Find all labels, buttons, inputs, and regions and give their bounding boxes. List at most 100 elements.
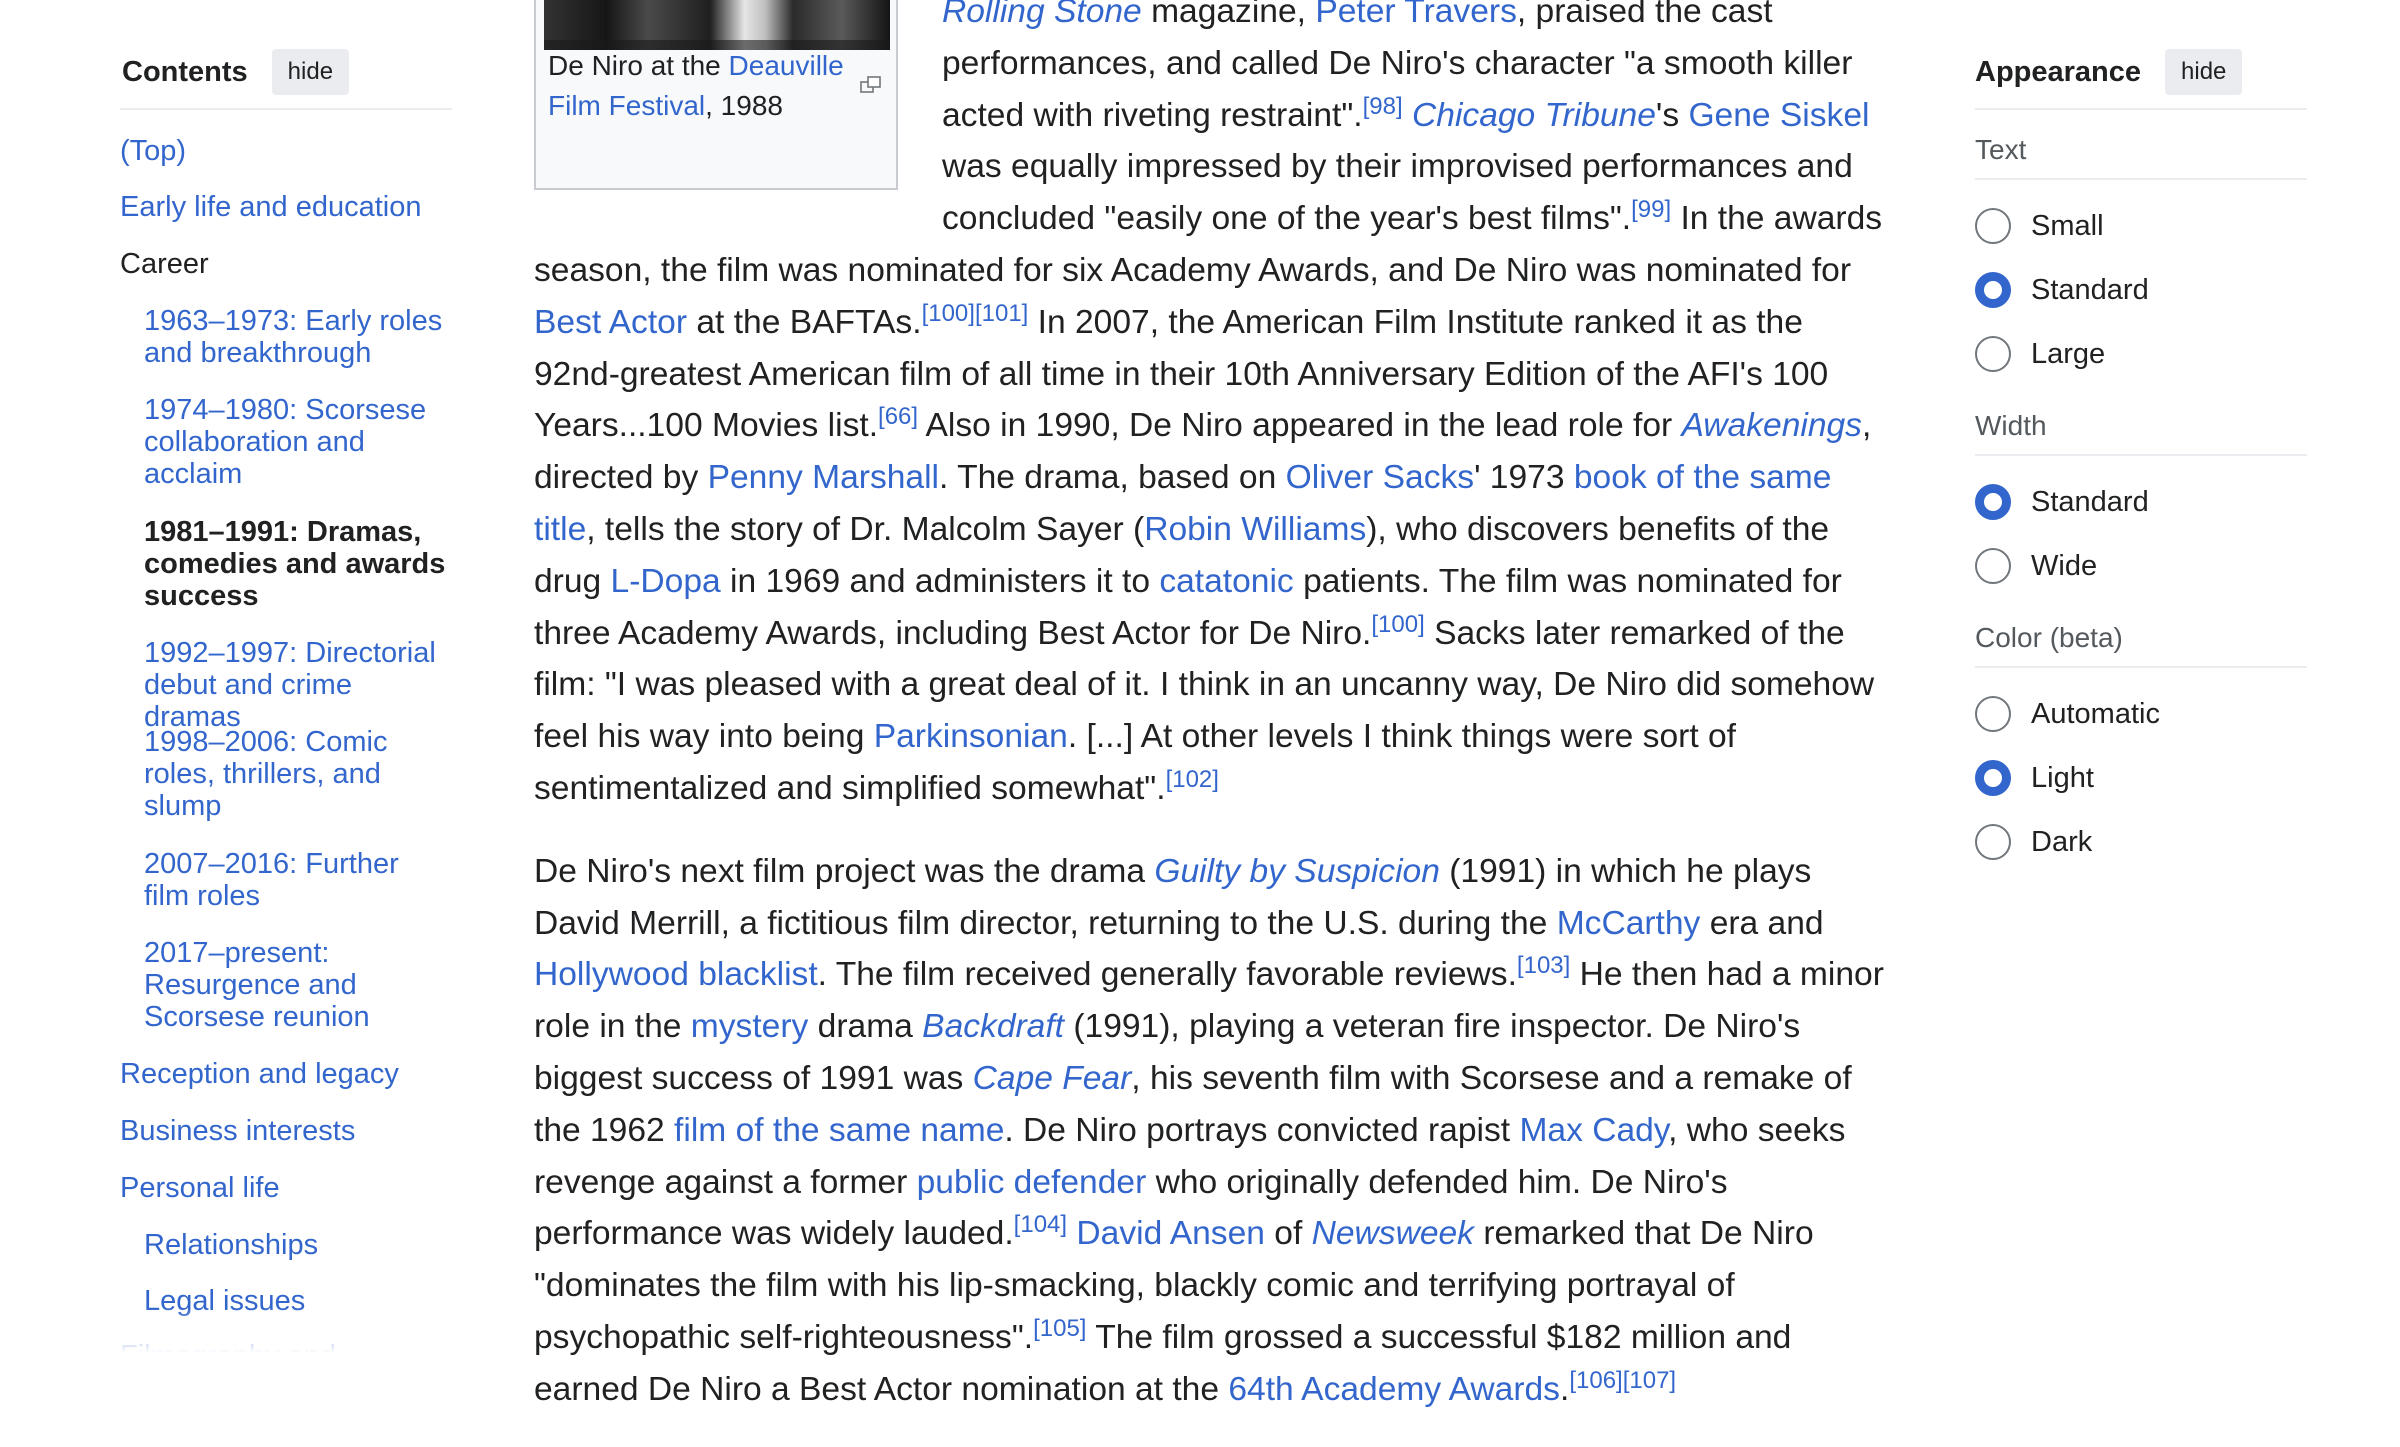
- radio-color-light[interactable]: Light: [1975, 758, 2094, 798]
- citation-ref[interactable]: [103]: [1517, 952, 1570, 979]
- article-link[interactable]: Chicago Tribune: [1412, 97, 1656, 134]
- toc-item-early-life[interactable]: Early life and education: [120, 191, 450, 223]
- radio-circle[interactable]: [1975, 336, 2011, 372]
- radio-circle[interactable]: [1975, 484, 2011, 520]
- toc-item-top[interactable]: (Top): [120, 135, 450, 167]
- article-text: in 1969 and administers it to: [720, 562, 1160, 600]
- toc-item-reception[interactable]: Reception and legacy: [120, 1058, 450, 1090]
- citation-ref[interactable]: [104]: [1014, 1211, 1067, 1238]
- article-link[interactable]: McCarthy: [1557, 905, 1701, 942]
- thumbnail-figure: De Niro at the Deauville Film Festival, …: [534, 0, 898, 190]
- citation-ref[interactable]: [100]: [922, 300, 975, 327]
- article-link[interactable]: Penny Marshall: [708, 459, 939, 496]
- article-link[interactable]: mystery: [691, 1008, 809, 1045]
- appearance-title: Appearance: [1975, 55, 2142, 88]
- radio-label: Dark: [2031, 825, 2093, 858]
- caption-suffix: , 1988: [705, 90, 783, 121]
- toc-item-1963-1973[interactable]: 1963–1973: Early roles and breakthrough: [144, 305, 450, 369]
- article-link[interactable]: L-Dopa: [611, 563, 721, 600]
- article-link[interactable]: Hollywood blacklist: [534, 956, 818, 993]
- article-text: at the BAFTAs.: [687, 303, 922, 341]
- article-text: Also in 1990, De Niro appeared in the le…: [918, 407, 1682, 445]
- citation-ref[interactable]: [107]: [1623, 1367, 1676, 1394]
- citation-ref[interactable]: [98]: [1363, 92, 1403, 119]
- article-text: magazine,: [1141, 0, 1316, 30]
- radio-label: Small: [2031, 209, 2104, 242]
- article-link[interactable]: Newsweek: [1312, 1215, 1474, 1252]
- toc-item-1981-1991-active[interactable]: 1981–1991: Dramas, comedies and awards s…: [144, 516, 450, 612]
- citation-ref[interactable]: [105]: [1033, 1315, 1086, 1342]
- toc-item-filmography[interactable]: Filmography and: [120, 1340, 450, 1358]
- article-link[interactable]: Oliver Sacks: [1286, 459, 1474, 496]
- toc-item-career-label: Career: [120, 248, 209, 280]
- toc-item-personal-life-label[interactable]: Personal life: [120, 1172, 280, 1204]
- radio-text-large[interactable]: Large: [1975, 334, 2105, 374]
- appearance-header: Appearance hide: [1975, 48, 2243, 96]
- color-label: Color (beta): [1975, 622, 2123, 653]
- enlarge-icon[interactable]: [860, 58, 882, 93]
- article-text: of: [1264, 1215, 1312, 1253]
- toc-item-relationships[interactable]: Relationships: [144, 1229, 450, 1261]
- article-link[interactable]: Max Cady: [1519, 1112, 1668, 1149]
- article-link[interactable]: Rolling Stone: [942, 0, 1142, 30]
- article-link[interactable]: Peter Travers: [1315, 0, 1517, 30]
- radio-circle[interactable]: [1975, 548, 2011, 584]
- article-text: [1403, 97, 1412, 134]
- radio-label: Standard: [2031, 273, 2149, 306]
- article-link[interactable]: Best Actor: [534, 304, 687, 341]
- radio-circle[interactable]: [1975, 760, 2011, 796]
- radio-label: Wide: [2031, 549, 2098, 582]
- article-link[interactable]: Parkinsonian: [874, 718, 1068, 755]
- article-text: ' 1973: [1474, 459, 1574, 497]
- caption-text: De Niro at the: [548, 50, 721, 81]
- article-link[interactable]: Backdraft: [922, 1008, 1064, 1045]
- radio-width-standard[interactable]: Standard: [1975, 482, 2149, 522]
- article-text: , tells the story of Dr. Malcolm Sayer (: [586, 510, 1145, 548]
- article-link[interactable]: public defender: [917, 1164, 1147, 1201]
- radio-circle[interactable]: [1975, 272, 2011, 308]
- toc-item-1998-2006[interactable]: 1998–2006: Comic roles, thrillers, and s…: [144, 726, 450, 822]
- toc-item-personal-life[interactable]: Personal life: [120, 1172, 450, 1204]
- radio-color-dark[interactable]: Dark: [1975, 822, 2092, 862]
- toc-divider: [120, 108, 452, 110]
- radio-circle[interactable]: [1975, 208, 2011, 244]
- table-of-contents: Contents hide (Top) Early life and educa…: [120, 0, 452, 1358]
- citation-ref[interactable]: [102]: [1166, 766, 1219, 793]
- article-link[interactable]: film of the same name: [674, 1112, 1004, 1149]
- radio-text-small[interactable]: Small: [1975, 206, 2104, 246]
- thumbnail-caption: De Niro at the Deauville Film Festival, …: [548, 46, 848, 126]
- radio-label: Automatic: [2031, 697, 2160, 730]
- article-link[interactable]: catatonic: [1159, 563, 1293, 600]
- thumbnail-image[interactable]: [544, 0, 890, 50]
- citation-ref[interactable]: [100]: [1371, 610, 1424, 637]
- article-link[interactable]: Cape Fear: [973, 1060, 1132, 1097]
- toc-hide-button[interactable]: hide: [271, 49, 350, 95]
- article-link[interactable]: 64th Academy Awards: [1228, 1371, 1560, 1408]
- toc-item-2007-2016[interactable]: 2007–2016: Further film roles: [144, 848, 450, 912]
- radio-text-standard[interactable]: Standard: [1975, 270, 2149, 310]
- article-link[interactable]: David Ansen: [1076, 1215, 1265, 1252]
- toc-item-1992-1997[interactable]: 1992–1997: Directorial debut and crime d…: [144, 637, 450, 733]
- citation-ref[interactable]: [66]: [878, 403, 918, 430]
- toc-item-legal-issues[interactable]: Legal issues: [144, 1285, 450, 1317]
- citation-ref[interactable]: [101]: [975, 300, 1028, 327]
- article-text: [1067, 1215, 1076, 1252]
- radio-circle[interactable]: [1975, 824, 2011, 860]
- article-link[interactable]: Robin Williams: [1144, 511, 1366, 548]
- toc-item-career[interactable]: Career: [120, 248, 450, 280]
- article-link[interactable]: Guilty by Suspicion: [1154, 853, 1440, 890]
- radio-circle[interactable]: [1975, 696, 2011, 732]
- radio-label: Light: [2031, 761, 2094, 794]
- toc-item-business[interactable]: Business interests: [120, 1115, 450, 1147]
- article-link[interactable]: Gene Siskel: [1688, 97, 1869, 134]
- toc-item-2017-present[interactable]: 2017–present: Resurgence and Scorsese re…: [144, 937, 450, 1033]
- citation-ref[interactable]: [99]: [1631, 196, 1671, 223]
- toc-item-1974-1980[interactable]: 1974–1980: Scorsese collaboration and ac…: [144, 394, 450, 490]
- citation-ref[interactable]: [106]: [1569, 1367, 1622, 1394]
- radio-color-automatic[interactable]: Automatic: [1975, 694, 2160, 734]
- article-link[interactable]: Awakenings: [1682, 407, 1862, 444]
- article-text: .: [1559, 1370, 1570, 1408]
- appearance-hide-button[interactable]: hide: [2165, 49, 2243, 95]
- appearance-divider: [1975, 108, 2307, 110]
- radio-width-wide[interactable]: Wide: [1975, 546, 2097, 586]
